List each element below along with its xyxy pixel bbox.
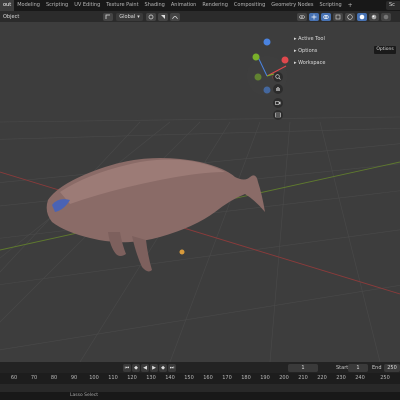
wireframe-shading-icon[interactable] (344, 12, 355, 21)
frame-tick: 140 (165, 375, 175, 381)
material-shading-icon[interactable] (368, 12, 379, 21)
timeline-tracks[interactable] (0, 384, 400, 392)
frame-tick: 110 (108, 375, 118, 381)
pan-hand-icon[interactable] (273, 84, 283, 94)
frame-tick: 190 (260, 375, 270, 381)
viewport-header: Object Global ▾ (0, 11, 400, 22)
panel-options[interactable]: ▸ Options (294, 48, 317, 54)
perspective-toggle-icon[interactable] (273, 110, 283, 120)
frame-tick: 230 (336, 375, 346, 381)
keyframe-prev-icon[interactable]: ◆ (132, 364, 140, 372)
play-icon[interactable]: ▶ (150, 364, 158, 372)
frame-tick: 80 (50, 375, 58, 381)
frame-tick: 210 (298, 375, 308, 381)
panel-active-tool[interactable]: ▸ Active Tool (294, 36, 325, 42)
frame-tick: 240 (355, 375, 365, 381)
tab-modeling[interactable]: Modeling (14, 0, 43, 11)
gizmo-toggle-icon[interactable] (308, 12, 319, 21)
start-frame-field[interactable]: 1 (348, 364, 368, 372)
jump-start-icon[interactable]: ⏮ (123, 364, 131, 372)
transform-orientation-dropdown[interactable]: Global ▾ (116, 12, 143, 21)
tab-uv-editing[interactable]: UV Editing (71, 0, 103, 11)
proportional-editing-icon[interactable] (169, 12, 180, 21)
transform-orientation-icon[interactable] (103, 12, 114, 21)
frame-tick: 220 (317, 375, 327, 381)
frame-tick: 250 (380, 375, 390, 381)
xray-toggle-icon[interactable] (332, 12, 343, 21)
tab-shading[interactable]: Shading (142, 0, 168, 11)
viewport-scene[interactable] (0, 22, 400, 362)
z-axis-handle (263, 38, 271, 46)
floor-grid (0, 116, 400, 362)
overlays-icon[interactable] (320, 12, 331, 21)
options-tooltip: Options (374, 46, 396, 54)
frame-tick: 60 (10, 375, 18, 381)
3d-viewport[interactable]: Options ▸ Active Tool ▸ Options ▸ Worksp… (0, 22, 400, 362)
chevron-down-icon: ▾ (137, 13, 140, 20)
frame-tick: 90 (70, 375, 78, 381)
frame-tick: 200 (279, 375, 289, 381)
end-label: End (372, 365, 382, 371)
y-axis-handle (252, 53, 260, 61)
frame-tick: 160 (203, 375, 213, 381)
frame-tick: 70 (30, 375, 38, 381)
frame-tick: 150 (184, 375, 194, 381)
current-frame-field[interactable]: 1 (288, 364, 318, 372)
frame-tick: 180 (241, 375, 251, 381)
frame-tick: 100 (89, 375, 99, 381)
zoom-icon[interactable] (273, 72, 283, 82)
timeline-header: ⏮ ◆ ◀ ▶ ◆ ⏭ 1 Start 1 End 250 (0, 362, 400, 373)
tab-scripting[interactable]: Scripting (316, 0, 344, 11)
frame-tick: 170 (222, 375, 232, 381)
timeline-ruler[interactable]: 60 70 80 90 100 110 120 130 140 150 160 … (0, 373, 400, 384)
camera-view-icon[interactable] (273, 98, 283, 108)
keyframe-next-icon[interactable]: ◆ (159, 364, 167, 372)
panel-workspace[interactable]: ▸ Workspace (294, 60, 325, 66)
object-menu[interactable]: Object (0, 14, 22, 20)
snap-icon[interactable] (157, 12, 168, 21)
status-bar: Lasso Select (0, 392, 400, 400)
scene-selector[interactable]: Sc (386, 1, 400, 10)
tab-animation[interactable]: Animation (168, 0, 200, 11)
rendered-shading-icon[interactable] (380, 12, 391, 21)
tab-compositing[interactable]: Compositing (231, 0, 268, 11)
play-reverse-icon[interactable]: ◀ (141, 364, 149, 372)
pivot-point-icon[interactable] (145, 12, 156, 21)
frame-tick: 120 (127, 375, 137, 381)
tab-texture-paint[interactable]: Texture Paint (103, 0, 141, 11)
frame-tick: 130 (146, 375, 156, 381)
jump-end-icon[interactable]: ⏭ (168, 364, 176, 372)
end-frame-field[interactable]: 250 (384, 364, 400, 372)
tab-rendering[interactable]: Rendering (199, 0, 231, 11)
status-hint: Lasso Select (70, 393, 99, 398)
tab-geometry-nodes[interactable]: Geometry Nodes (268, 0, 316, 11)
solid-shading-icon[interactable] (356, 12, 367, 21)
visibility-icon[interactable] (296, 12, 307, 21)
x-axis-handle (281, 56, 289, 64)
start-label: Start (336, 365, 349, 371)
tab-sculpting[interactable]: Scripting (43, 0, 71, 11)
workspace-tab-bar: out Modeling Scripting UV Editing Textur… (0, 0, 400, 11)
add-workspace-button[interactable]: + (345, 2, 356, 9)
tab-layout[interactable]: out (0, 0, 15, 11)
